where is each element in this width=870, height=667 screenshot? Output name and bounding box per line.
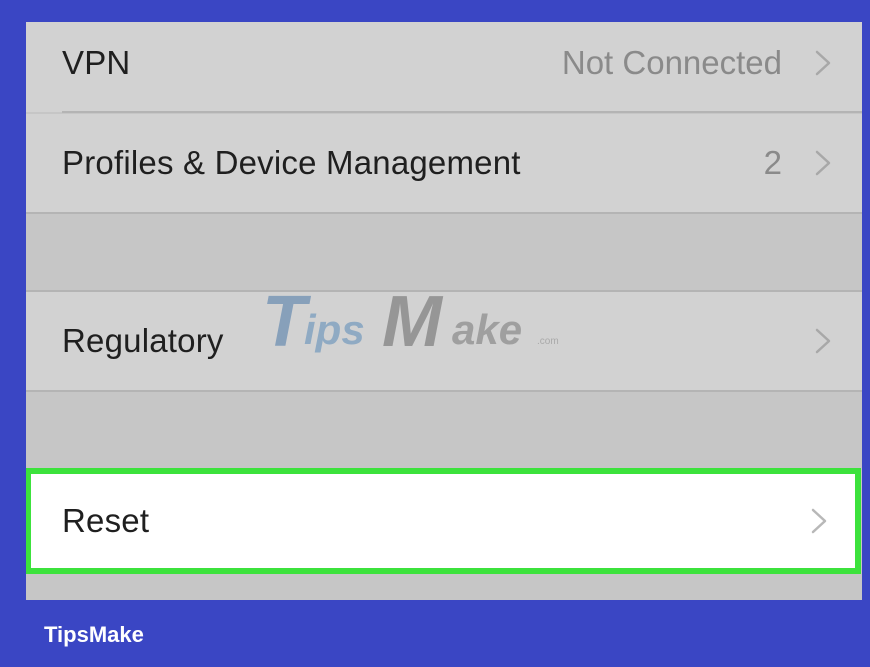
vpn-status-value: Not Connected — [561, 44, 782, 81]
group-separator — [26, 212, 862, 214]
settings-row-vpn[interactable]: VPN Not Connected — [26, 22, 862, 112]
image-frame: VPN Not Connected Profiles & Device Mana… — [0, 0, 870, 667]
chevron-right-icon — [811, 508, 827, 534]
footer-brand-label: TipsMake — [44, 622, 144, 647]
settings-row-regulatory[interactable]: Regulatory — [26, 292, 862, 390]
group-separator — [26, 390, 862, 392]
reset-label: Reset — [62, 502, 150, 539]
vpn-label: VPN — [62, 44, 131, 81]
footer-bar: TipsMake — [0, 600, 870, 667]
profiles-count-value: 2 — [763, 144, 782, 181]
settings-row-reset[interactable]: Reset — [26, 468, 861, 574]
chevron-right-icon — [815, 150, 831, 176]
chevron-right-icon — [815, 50, 831, 76]
settings-row-profiles-device-management[interactable]: Profiles & Device Management 2 — [26, 114, 862, 212]
row-separator — [62, 111, 862, 113]
profiles-label: Profiles & Device Management — [62, 144, 521, 181]
settings-screen: VPN Not Connected Profiles & Device Mana… — [26, 22, 862, 600]
regulatory-label: Regulatory — [62, 322, 224, 359]
chevron-right-icon — [815, 328, 831, 354]
